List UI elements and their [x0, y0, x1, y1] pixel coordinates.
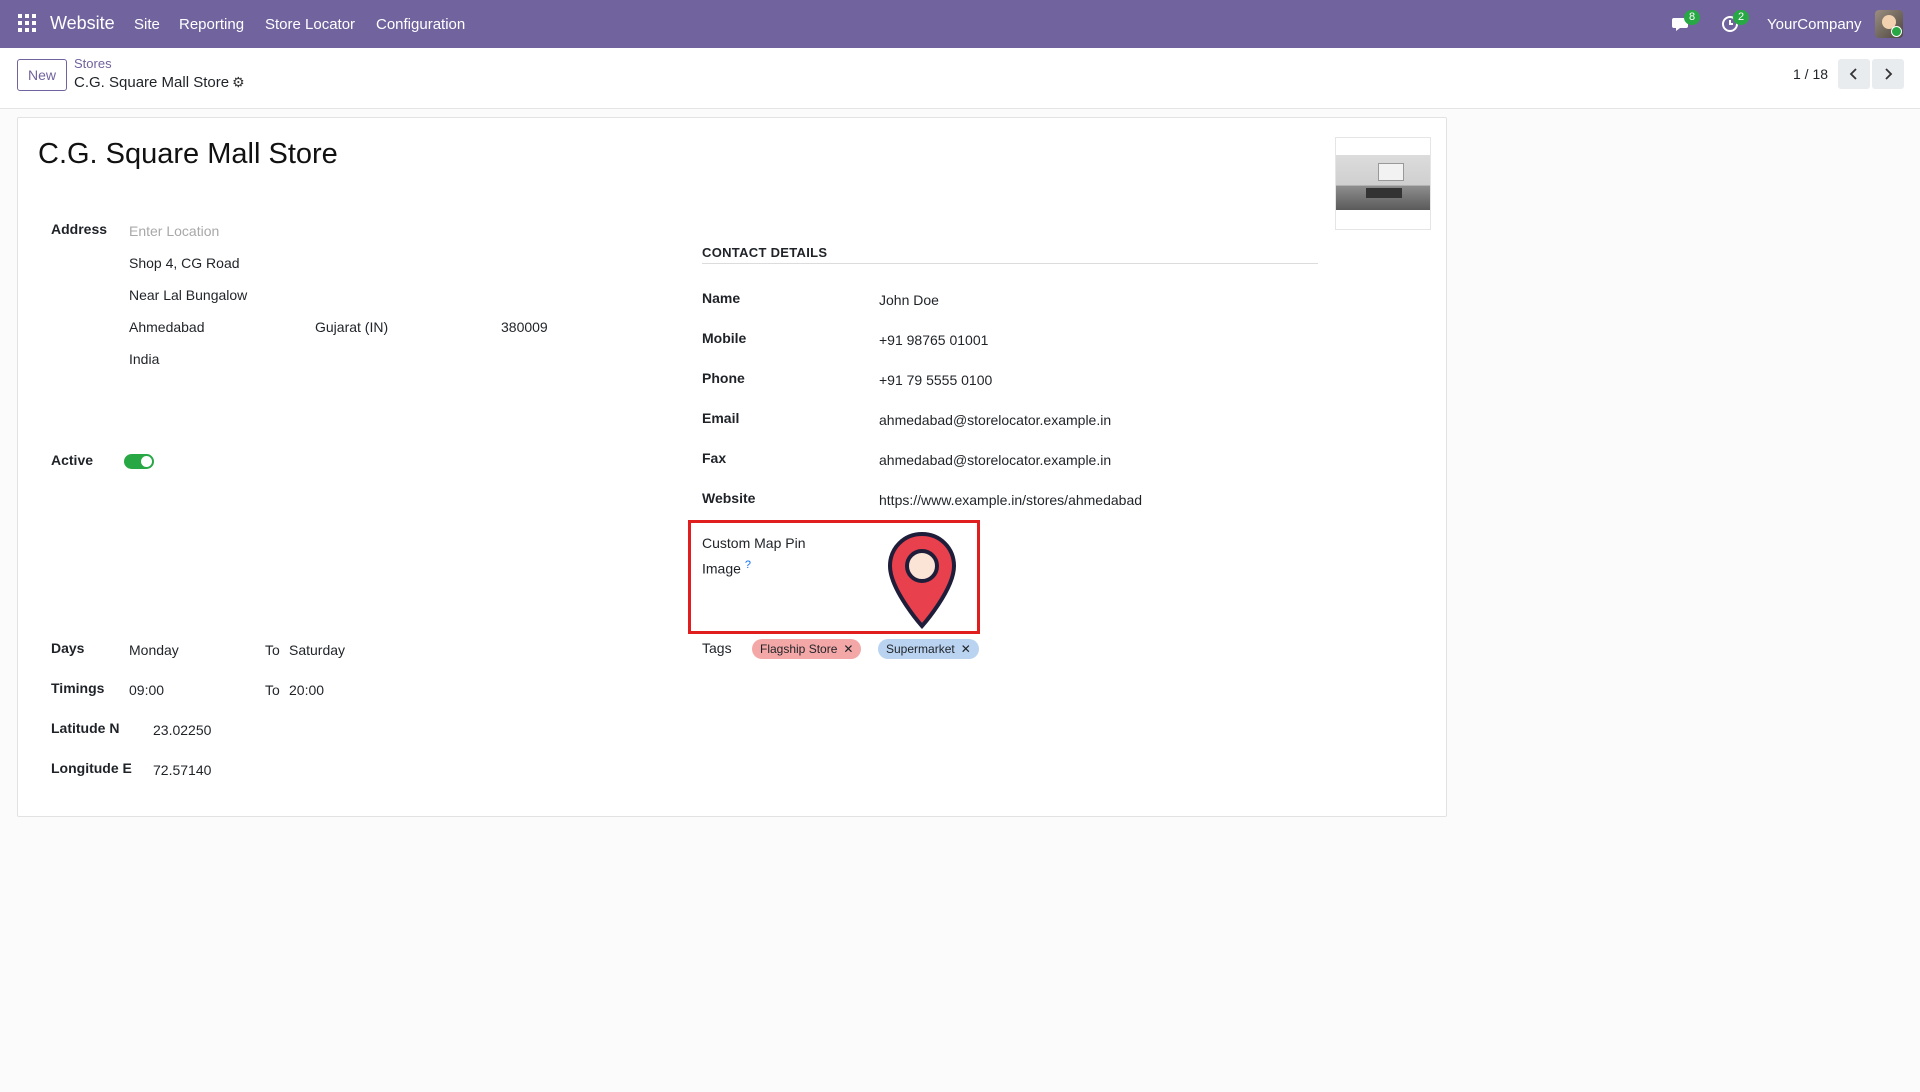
mobile-field[interactable]: +91 98765 01001 [879, 332, 988, 348]
active-label: Active [51, 452, 94, 468]
tags-label: Tags [702, 640, 732, 656]
days-from-field[interactable]: Monday [129, 642, 179, 658]
timings-label: Timings [51, 680, 105, 696]
chevron-left-icon [1849, 68, 1857, 80]
tag-chip[interactable]: Flagship Store ✕ [752, 639, 862, 659]
record-title[interactable]: C.G. Square Mall Store [38, 138, 338, 171]
chat-icon[interactable]: 8 [1672, 10, 1701, 34]
email-field[interactable]: ahmedabad@storelocator.example.in [879, 412, 1111, 428]
phone-field[interactable]: +91 79 5555 0100 [879, 372, 992, 388]
address-label: Address [51, 221, 108, 237]
apps-grid-icon[interactable] [18, 14, 36, 32]
email-label: Email [702, 410, 740, 426]
breadcrumb-current: C.G. Square Mall Store [74, 74, 230, 91]
pager-value[interactable]: 1 / 18 [1793, 66, 1828, 82]
tag-label: Flagship Store [760, 642, 838, 656]
remove-x-icon[interactable]: ✕ [961, 642, 971, 656]
timings-to-field[interactable]: 20:00 [289, 682, 324, 698]
website-label: Website [702, 490, 756, 506]
name-label: Name [702, 290, 741, 306]
menu-store-locator[interactable]: Store Locator [265, 16, 355, 33]
state-field[interactable]: Gujarat (IN) [315, 319, 388, 335]
remove-x-icon[interactable]: ✕ [843, 642, 853, 656]
fax-label: Fax [702, 450, 727, 466]
help-tooltip-icon[interactable]: ? [745, 559, 751, 571]
name-field[interactable]: John Doe [879, 292, 939, 308]
tag-chip[interactable]: Supermarket ✕ [878, 639, 979, 659]
latitude-field[interactable]: 23.02250 [153, 722, 211, 738]
store-image[interactable] [1335, 137, 1431, 230]
tag-label: Supermarket [886, 642, 955, 656]
city-field[interactable]: Ahmedabad [129, 319, 205, 335]
days-to-label: To [265, 642, 280, 658]
zip-field[interactable]: 380009 [501, 319, 548, 335]
street-field[interactable]: Shop 4, CG Road [129, 255, 240, 271]
activities-badge: 2 [1733, 10, 1750, 25]
control-panel: New Stores C.G. Square Mall Store ⚙ 1 / … [0, 48, 1920, 109]
phone-label: Phone [702, 370, 745, 386]
website-field[interactable]: https://www.example.in/stores/ahmedabad [879, 492, 1142, 508]
map-pin-label-line2: Image [702, 560, 741, 577]
street2-field[interactable]: Near Lal Bungalow [129, 287, 247, 303]
user-avatar[interactable] [1875, 10, 1903, 38]
fax-field[interactable]: ahmedabad@storelocator.example.in [879, 452, 1111, 468]
timings-to-label: To [265, 682, 280, 698]
menu-site[interactable]: Site [134, 16, 160, 33]
top-navbar: Website Site Reporting Store Locator Con… [0, 0, 1920, 48]
new-button[interactable]: New [17, 59, 68, 91]
map-pin-icon[interactable] [884, 530, 960, 630]
section-divider [702, 263, 1318, 264]
days-label: Days [51, 640, 85, 656]
menu-reporting[interactable]: Reporting [179, 16, 244, 33]
messages-badge: 8 [1684, 10, 1701, 25]
clock-icon[interactable]: 2 [1721, 10, 1750, 34]
active-toggle[interactable] [124, 454, 154, 469]
form-sheet: C.G. Square Mall Store Address Enter Loc… [17, 117, 1447, 817]
breadcrumb-stores[interactable]: Stores [74, 56, 112, 71]
map-pin-label: Custom Map Pin Image ? [702, 532, 805, 580]
company-switcher[interactable]: YourCompany [1767, 16, 1862, 33]
location-search-input[interactable]: Enter Location [129, 223, 219, 239]
app-brand[interactable]: Website [50, 13, 115, 34]
gear-icon[interactable]: ⚙ [232, 74, 245, 91]
map-pin-label-line1: Custom Map Pin [702, 535, 806, 551]
pager-previous-button[interactable] [1838, 59, 1870, 89]
menu-configuration[interactable]: Configuration [376, 16, 465, 33]
mobile-label: Mobile [702, 330, 747, 346]
days-to-field[interactable]: Saturday [289, 642, 345, 658]
pager-next-button[interactable] [1872, 59, 1904, 89]
timings-from-field[interactable]: 09:00 [129, 682, 164, 698]
contact-details-heading: CONTACT DETAILS [702, 245, 828, 260]
longitude-label: Longitude E [51, 760, 132, 776]
chevron-right-icon [1885, 68, 1893, 80]
longitude-field[interactable]: 72.57140 [153, 762, 211, 778]
country-field[interactable]: India [129, 351, 159, 367]
latitude-label: Latitude N [51, 720, 120, 736]
